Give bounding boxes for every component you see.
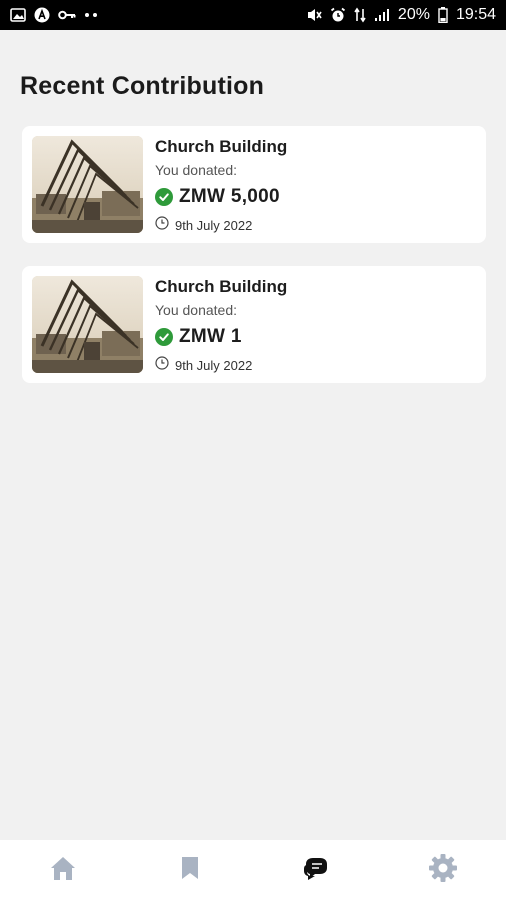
clock-icon bbox=[155, 356, 169, 375]
donated-label: You donated: bbox=[155, 162, 238, 178]
data-icon bbox=[354, 7, 366, 23]
nav-settings[interactable] bbox=[413, 845, 473, 895]
image-icon bbox=[10, 8, 26, 22]
status-bar: 20% 19:54 bbox=[0, 0, 506, 30]
donation-date: 9th July 2022 bbox=[175, 358, 253, 373]
status-bar-right: 20% 19:54 bbox=[306, 6, 496, 24]
alarm-icon bbox=[330, 7, 346, 23]
donation-amount: ZMW 5,000 bbox=[179, 186, 280, 207]
key-icon bbox=[58, 9, 76, 21]
battery-percent: 20% bbox=[397, 6, 430, 23]
check-circle-icon bbox=[155, 328, 173, 346]
page-title: Recent Contribution bbox=[20, 72, 265, 100]
nav-home[interactable] bbox=[33, 845, 93, 895]
nav-bookmarks[interactable] bbox=[160, 845, 220, 895]
signal-icon bbox=[374, 8, 390, 22]
bookmark-icon bbox=[180, 855, 200, 886]
amount-row: ZMW 5,000 bbox=[155, 186, 476, 208]
amount-row: ZMW 1 bbox=[155, 326, 476, 348]
card-details: Church Building You donated: ZMW 5,000 9… bbox=[155, 137, 476, 235]
contribution-card[interactable]: Church Building You donated: ZMW 1 9th J… bbox=[22, 266, 486, 383]
contribution-card[interactable]: Church Building You donated: ZMW 5,000 9… bbox=[22, 126, 486, 243]
battery-icon bbox=[438, 7, 448, 23]
card-details: Church Building You donated: ZMW 1 9th J… bbox=[155, 277, 476, 375]
project-title: Church Building bbox=[155, 137, 288, 156]
clock-icon bbox=[155, 216, 169, 235]
nav-messages[interactable] bbox=[286, 845, 346, 895]
chat-icon bbox=[302, 855, 330, 886]
church-building-thumbnail bbox=[32, 276, 143, 373]
settings-icon bbox=[428, 853, 458, 888]
church-building-thumbnail bbox=[32, 136, 143, 233]
status-bar-left bbox=[10, 7, 98, 23]
mute-icon bbox=[306, 7, 322, 23]
donated-label: You donated: bbox=[155, 302, 238, 318]
donation-amount: ZMW 1 bbox=[179, 326, 242, 347]
donation-date: 9th July 2022 bbox=[175, 218, 253, 233]
clock: 19:54 bbox=[455, 6, 496, 23]
project-title: Church Building bbox=[155, 277, 288, 296]
check-circle-icon bbox=[155, 188, 173, 206]
date-row: 9th July 2022 bbox=[155, 356, 476, 375]
dots-icon bbox=[84, 12, 98, 18]
a-icon bbox=[34, 7, 50, 23]
contribution-list: Church Building You donated: ZMW 5,000 9… bbox=[22, 126, 486, 406]
bottom-navigation bbox=[0, 840, 506, 900]
date-row: 9th July 2022 bbox=[155, 216, 476, 235]
home-icon bbox=[49, 855, 77, 886]
